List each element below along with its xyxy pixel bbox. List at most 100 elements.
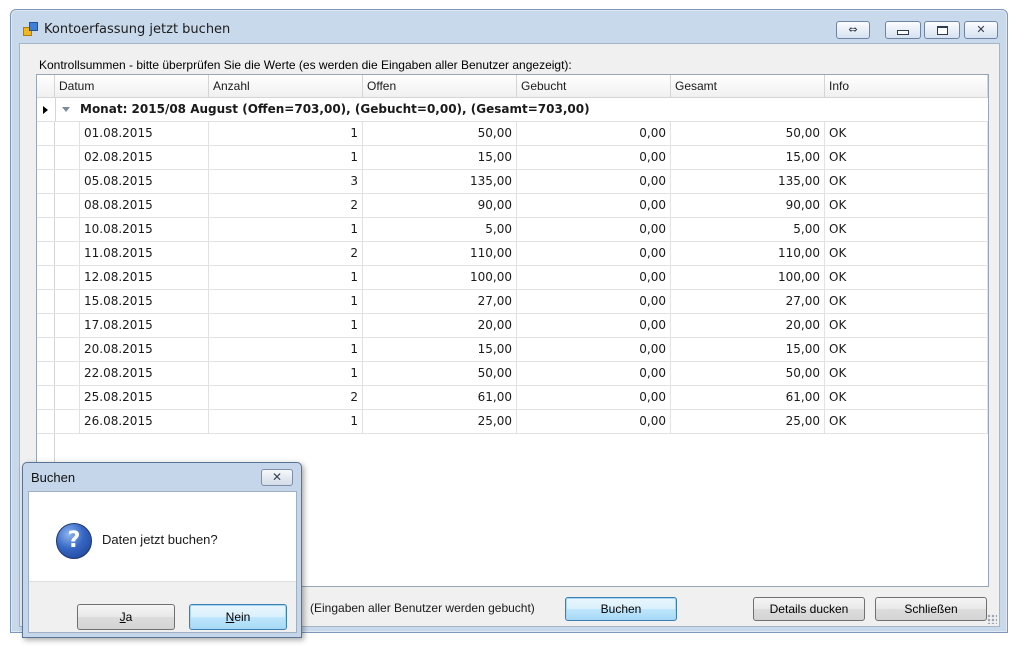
cell-datum[interactable]: 22.08.2015 xyxy=(80,362,209,385)
cell-datum[interactable]: 17.08.2015 xyxy=(80,314,209,337)
window-close-button[interactable]: ✕ xyxy=(964,21,998,39)
cell-offen[interactable]: 15,00 xyxy=(363,146,517,169)
cell-offen[interactable]: 5,00 xyxy=(363,218,517,241)
cell-offen[interactable]: 135,00 xyxy=(363,170,517,193)
table-row[interactable]: 12.08.2015 1 100,00 0,00 100,00 OK xyxy=(37,266,988,290)
cell-gesamt[interactable]: 27,00 xyxy=(671,290,825,313)
row-header-cell[interactable] xyxy=(37,338,55,361)
cell-gebucht[interactable]: 0,00 xyxy=(517,290,671,313)
cell-offen[interactable]: 110,00 xyxy=(363,242,517,265)
cell-offen[interactable]: 90,00 xyxy=(363,194,517,217)
row-header-cell[interactable] xyxy=(37,170,55,193)
row-header-cell[interactable] xyxy=(37,194,55,217)
resize-grip[interactable] xyxy=(987,614,997,624)
cell-anzahl[interactable]: 1 xyxy=(209,314,363,337)
cell-datum[interactable]: 10.08.2015 xyxy=(80,218,209,241)
group-row[interactable]: Monat: 2015/08 August (Offen=703,00), (G… xyxy=(37,98,988,122)
row-header-cell[interactable] xyxy=(37,362,55,385)
row-header-cell[interactable] xyxy=(37,218,55,241)
cell-datum[interactable]: 25.08.2015 xyxy=(80,386,209,409)
close-button[interactable]: Schließen xyxy=(875,597,987,621)
cell-info[interactable]: OK xyxy=(825,266,988,289)
cell-datum[interactable]: 15.08.2015 xyxy=(80,290,209,313)
row-header-cell[interactable] xyxy=(37,410,55,433)
minimize-button[interactable] xyxy=(885,21,921,39)
cell-offen[interactable]: 50,00 xyxy=(363,362,517,385)
cell-info[interactable]: OK xyxy=(825,338,988,361)
table-row[interactable]: 25.08.2015 2 61,00 0,00 61,00 OK xyxy=(37,386,988,410)
cell-info[interactable]: OK xyxy=(825,146,988,169)
cell-offen[interactable]: 25,00 xyxy=(363,410,517,433)
cell-datum[interactable]: 02.08.2015 xyxy=(80,146,209,169)
cell-gebucht[interactable]: 0,00 xyxy=(517,170,671,193)
cell-anzahl[interactable]: 1 xyxy=(209,266,363,289)
table-row[interactable]: 20.08.2015 1 15,00 0,00 15,00 OK xyxy=(37,338,988,362)
cell-gesamt[interactable]: 61,00 xyxy=(671,386,825,409)
cell-offen[interactable]: 27,00 xyxy=(363,290,517,313)
cell-gebucht[interactable]: 0,00 xyxy=(517,266,671,289)
row-header-cell[interactable] xyxy=(37,290,55,313)
cell-anzahl[interactable]: 2 xyxy=(209,386,363,409)
cell-gesamt[interactable]: 90,00 xyxy=(671,194,825,217)
cell-gesamt[interactable]: 15,00 xyxy=(671,338,825,361)
cell-gesamt[interactable]: 110,00 xyxy=(671,242,825,265)
row-header-cell[interactable] xyxy=(37,266,55,289)
cell-info[interactable]: OK xyxy=(825,410,988,433)
column-header-info[interactable]: Info xyxy=(825,75,988,97)
yes-button[interactable]: Ja xyxy=(77,604,175,630)
column-header-gebucht[interactable]: Gebucht xyxy=(517,75,671,97)
cell-gebucht[interactable]: 0,00 xyxy=(517,314,671,337)
cell-datum[interactable]: 05.08.2015 xyxy=(80,170,209,193)
column-header-datum[interactable]: Datum xyxy=(55,75,209,97)
cell-datum[interactable]: 20.08.2015 xyxy=(80,338,209,361)
cell-info[interactable]: OK xyxy=(825,386,988,409)
cell-gebucht[interactable]: 0,00 xyxy=(517,362,671,385)
cell-gebucht[interactable]: 0,00 xyxy=(517,410,671,433)
table-row[interactable]: 01.08.2015 1 50,00 0,00 50,00 OK xyxy=(37,122,988,146)
cell-anzahl[interactable]: 1 xyxy=(209,290,363,313)
table-row[interactable]: 17.08.2015 1 20,00 0,00 20,00 OK xyxy=(37,314,988,338)
cell-gesamt[interactable]: 5,00 xyxy=(671,218,825,241)
cell-gebucht[interactable]: 0,00 xyxy=(517,146,671,169)
cell-info[interactable]: OK xyxy=(825,194,988,217)
no-button[interactable]: Nein xyxy=(189,604,287,630)
table-row[interactable]: 02.08.2015 1 15,00 0,00 15,00 OK xyxy=(37,146,988,170)
cell-info[interactable]: OK xyxy=(825,218,988,241)
cell-gebucht[interactable]: 0,00 xyxy=(517,242,671,265)
cell-anzahl[interactable]: 2 xyxy=(209,194,363,217)
cell-datum[interactable]: 11.08.2015 xyxy=(80,242,209,265)
cell-info[interactable]: OK xyxy=(825,242,988,265)
column-header-anzahl[interactable]: Anzahl xyxy=(209,75,363,97)
cell-anzahl[interactable]: 1 xyxy=(209,146,363,169)
maximize-button[interactable] xyxy=(924,21,960,39)
collapse-group-icon[interactable] xyxy=(62,107,70,112)
title-bar[interactable]: Kontoerfassung jetzt buchen ⇔ ✕ xyxy=(11,10,1007,42)
table-row[interactable]: 05.08.2015 3 135,00 0,00 135,00 OK xyxy=(37,170,988,194)
table-row[interactable]: 08.08.2015 2 90,00 0,00 90,00 OK xyxy=(37,194,988,218)
cell-datum[interactable]: 12.08.2015 xyxy=(80,266,209,289)
details-button[interactable]: Details ducken xyxy=(753,597,865,621)
table-row[interactable]: 15.08.2015 1 27,00 0,00 27,00 OK xyxy=(37,290,988,314)
cell-anzahl[interactable]: 1 xyxy=(209,338,363,361)
cell-offen[interactable]: 100,00 xyxy=(363,266,517,289)
cell-info[interactable]: OK xyxy=(825,314,988,337)
cell-gebucht[interactable]: 0,00 xyxy=(517,218,671,241)
cell-info[interactable]: OK xyxy=(825,170,988,193)
cell-anzahl[interactable]: 3 xyxy=(209,170,363,193)
cell-anzahl[interactable]: 1 xyxy=(209,122,363,145)
dialog-close-button[interactable]: ✕ xyxy=(261,469,293,486)
cell-offen[interactable]: 61,00 xyxy=(363,386,517,409)
row-header-cell[interactable] xyxy=(37,314,55,337)
buchen-button[interactable]: Buchen xyxy=(565,597,677,621)
cell-info[interactable]: OK xyxy=(825,122,988,145)
cell-gesamt[interactable]: 25,00 xyxy=(671,410,825,433)
cell-anzahl[interactable]: 1 xyxy=(209,410,363,433)
table-row[interactable]: 22.08.2015 1 50,00 0,00 50,00 OK xyxy=(37,362,988,386)
cell-gesamt[interactable]: 50,00 xyxy=(671,362,825,385)
cell-gesamt[interactable]: 20,00 xyxy=(671,314,825,337)
column-header-gesamt[interactable]: Gesamt xyxy=(671,75,825,97)
cell-datum[interactable]: 08.08.2015 xyxy=(80,194,209,217)
cell-info[interactable]: OK xyxy=(825,362,988,385)
cell-offen[interactable]: 15,00 xyxy=(363,338,517,361)
cell-gebucht[interactable]: 0,00 xyxy=(517,122,671,145)
